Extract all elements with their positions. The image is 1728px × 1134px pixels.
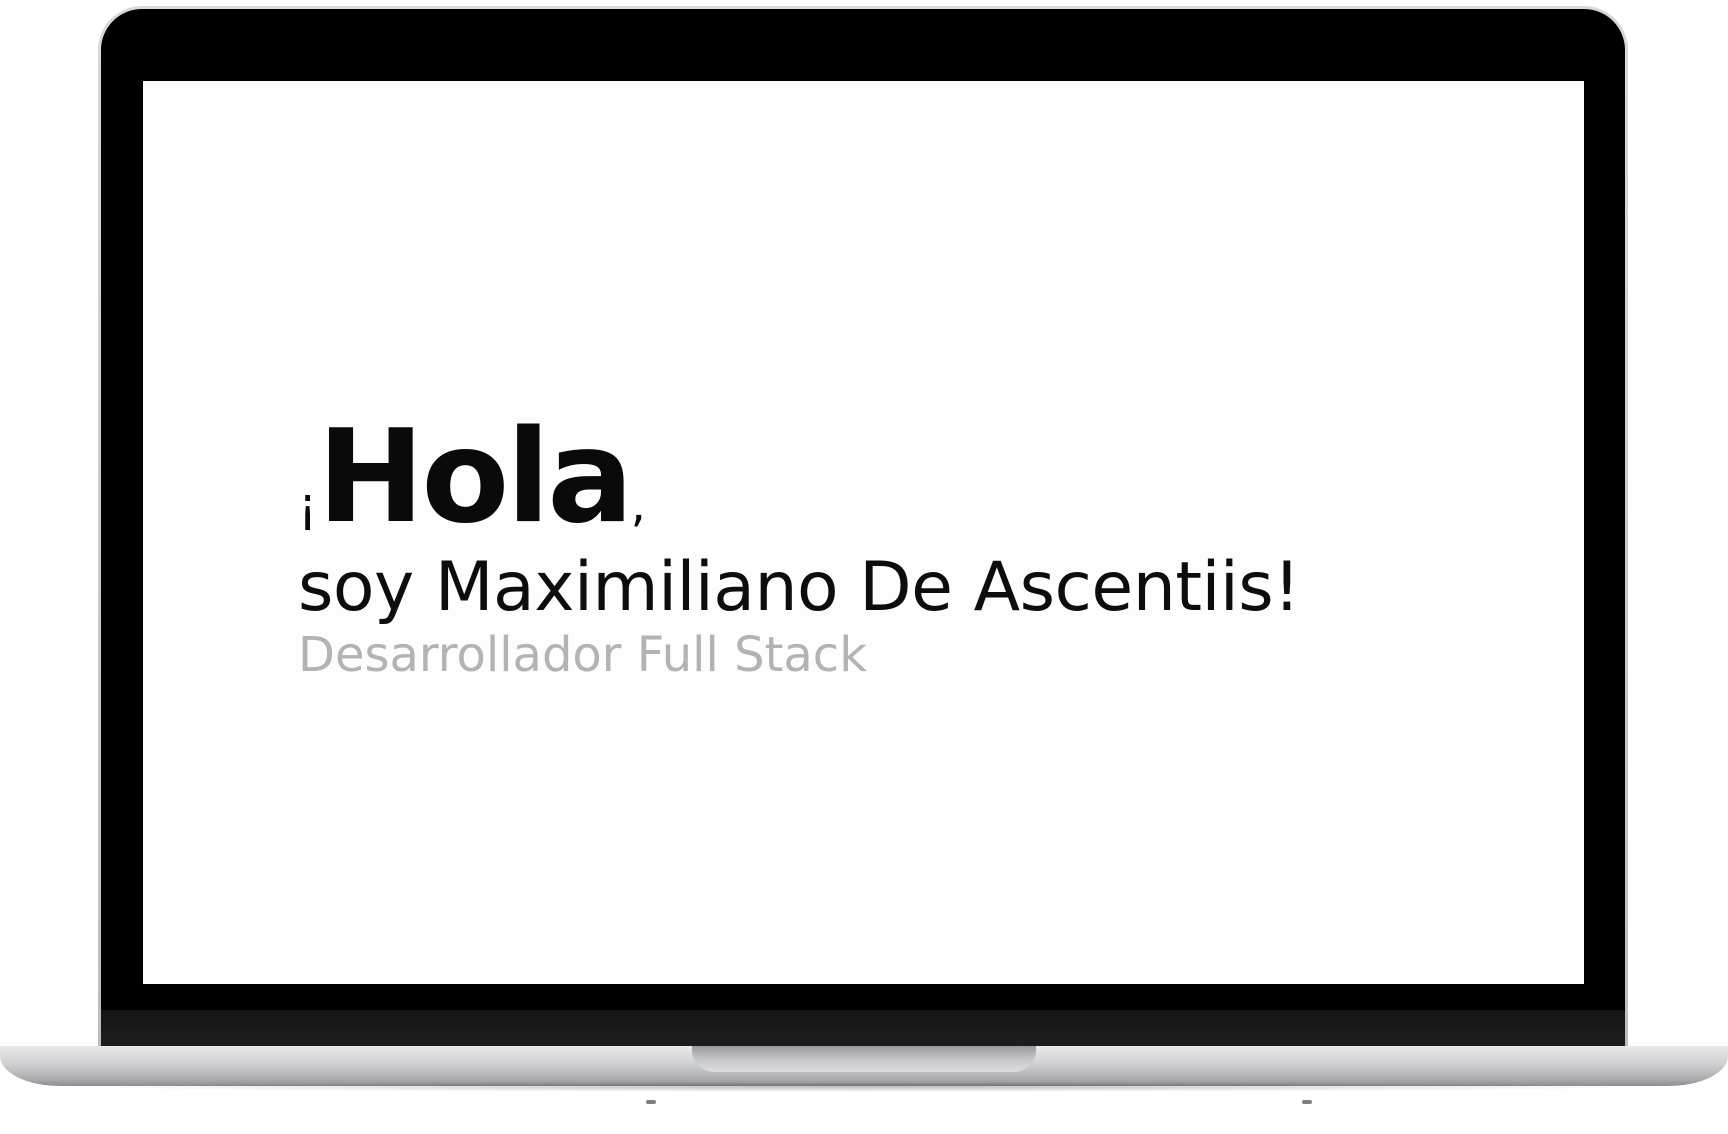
laptop-foot-left: [646, 1100, 656, 1104]
lid-opening-notch: [692, 1046, 1036, 1072]
base-shadow: [60, 1082, 1668, 1092]
laptop-screen: ¡Hola, soy Maximiliano De Ascentiis! Des…: [143, 81, 1584, 984]
laptop-mockup: ¡Hola, soy Maximiliano De Ascentiis! Des…: [0, 0, 1728, 1134]
laptop-foot-right: [1302, 1100, 1312, 1104]
hero-section: ¡Hola, soy Maximiliano De Ascentiis! Des…: [298, 414, 1564, 682]
greeting-open-mark: ¡: [298, 477, 318, 533]
hero-name-line: soy Maximiliano De Ascentiis!: [298, 548, 1300, 627]
hero-role: Desarrollador Full Stack: [298, 627, 867, 684]
hero-greeting: ¡Hola,: [298, 414, 1564, 542]
greeting-word: Hola: [317, 403, 633, 552]
greeting-comma: ,: [630, 477, 646, 533]
